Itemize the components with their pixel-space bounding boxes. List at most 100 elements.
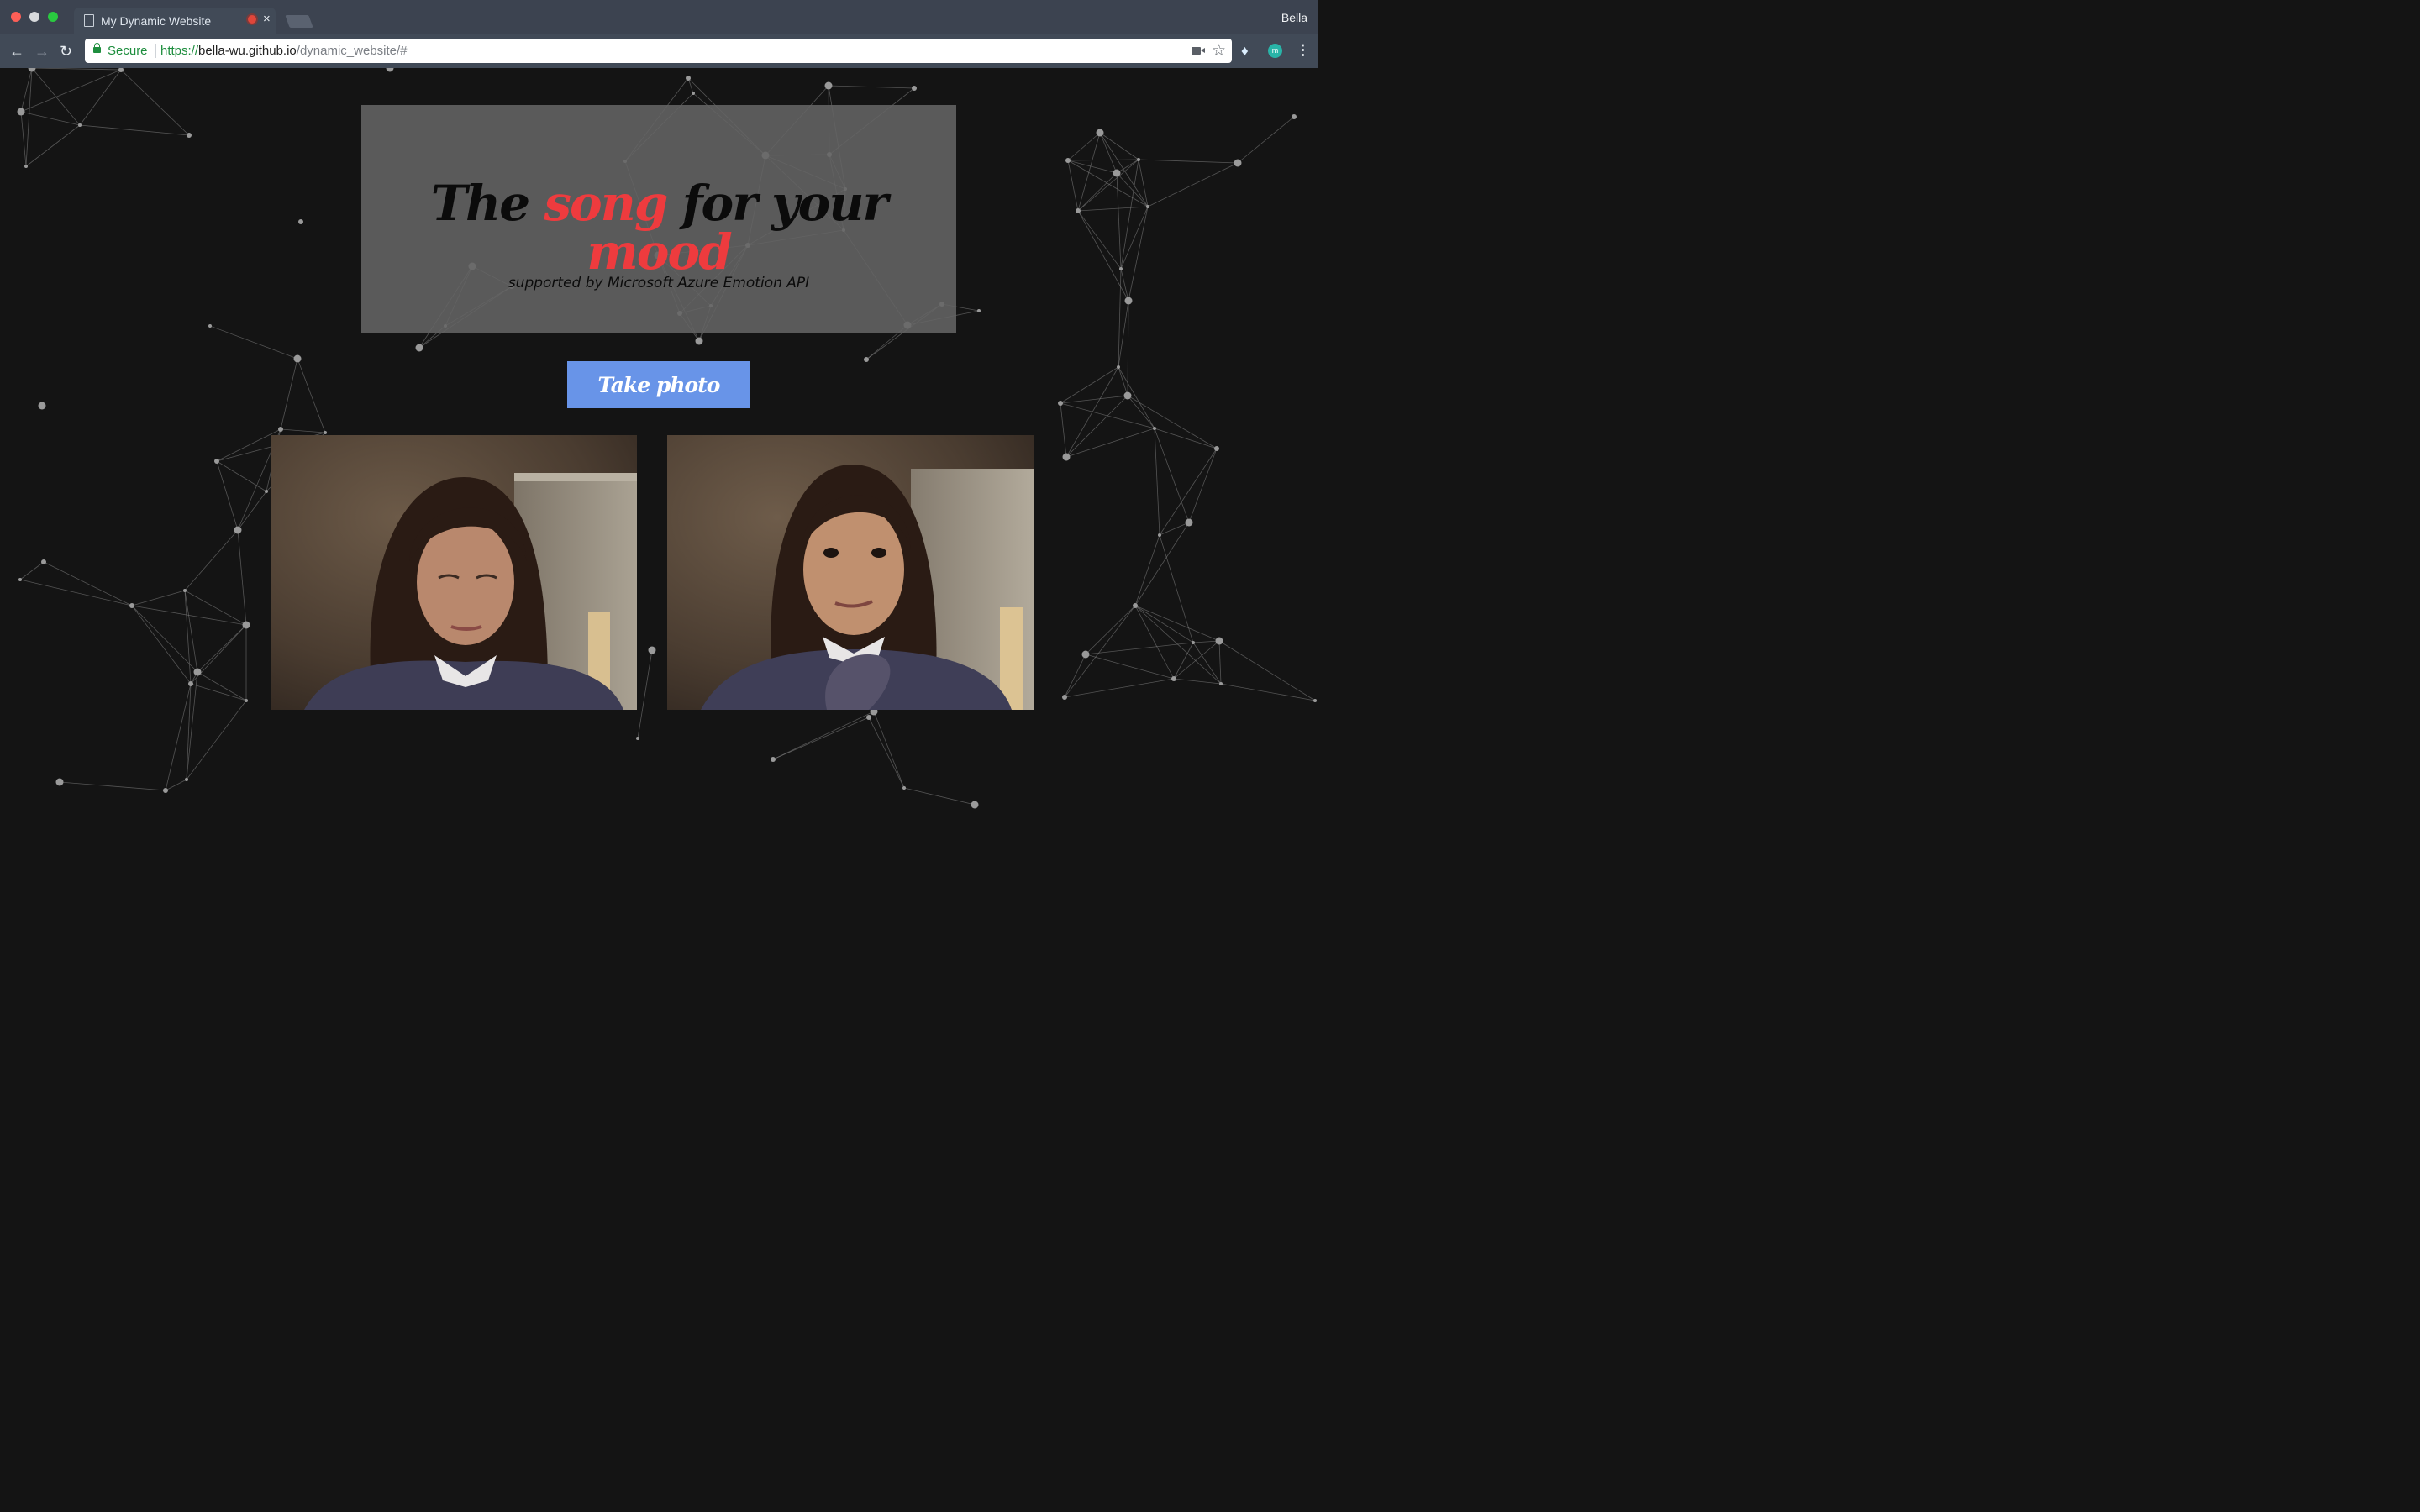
network-link <box>1077 210 1129 302</box>
network-link <box>1192 642 1222 685</box>
recording-icon <box>248 15 256 24</box>
close-icon[interactable]: × <box>263 12 271 26</box>
captured-photo <box>667 435 1034 710</box>
network-link <box>20 111 27 167</box>
network-link <box>1128 206 1149 302</box>
network-node <box>1192 641 1195 644</box>
url-path: /dynamic_website/# <box>296 44 408 58</box>
network-node <box>1146 205 1150 208</box>
network-node <box>208 324 212 328</box>
network-link <box>1077 210 1122 270</box>
network-link <box>216 460 239 531</box>
forward-icon[interactable]: → <box>34 43 50 60</box>
extension-icon[interactable]: ♦ <box>1241 43 1249 60</box>
web-page: The song for your mood supported by Micr… <box>0 68 1318 823</box>
network-link <box>1065 428 1155 458</box>
network-node <box>185 778 188 781</box>
network-link <box>1173 640 1220 680</box>
network-node <box>415 344 424 352</box>
network-link <box>1067 160 1149 207</box>
network-link <box>1064 605 1136 698</box>
network-node <box>1234 159 1242 167</box>
network-link <box>184 590 198 673</box>
tab-bar: My Dynamic Website × Bella <box>0 0 1318 34</box>
network-node <box>1133 603 1138 608</box>
url-text[interactable]: https://bella-wu.github.io/dynamic_websi… <box>160 44 408 58</box>
menu-icon[interactable]: ⋮ <box>1296 42 1310 59</box>
network-link <box>1127 395 1155 429</box>
network-node <box>1058 401 1063 406</box>
network-link <box>131 590 186 606</box>
network-node <box>912 86 917 91</box>
network-link <box>1134 534 1160 606</box>
network-link <box>1188 448 1218 523</box>
network-link <box>873 711 905 789</box>
network-node <box>293 354 302 363</box>
network-node <box>55 778 64 786</box>
network-node <box>1215 637 1223 645</box>
network-link <box>79 124 190 136</box>
network-link <box>280 428 326 433</box>
network-link <box>1077 132 1101 212</box>
network-link <box>1077 172 1118 212</box>
page-title: The song for your mood <box>361 179 956 276</box>
network-link <box>1067 160 1118 174</box>
address-bar[interactable]: Secure https://bella-wu.github.io/dynami… <box>85 39 1232 63</box>
network-link <box>1085 654 1175 680</box>
network-node <box>686 76 691 81</box>
new-tab-button[interactable] <box>285 15 313 28</box>
back-icon[interactable]: ← <box>9 43 24 60</box>
browser-toolbar: ← → ↻ Secure https://bella-wu.github.io/… <box>0 34 1318 69</box>
profile-name[interactable]: Bella <box>1281 11 1307 24</box>
minimize-window-button[interactable] <box>29 12 39 22</box>
network-link <box>131 605 192 685</box>
network-node <box>636 737 639 740</box>
network-link <box>43 561 133 606</box>
network-link <box>59 781 166 791</box>
network-node <box>1185 518 1193 527</box>
network-link <box>25 124 81 167</box>
network-node <box>187 133 192 138</box>
hero-banner: The song for your mood supported by Micr… <box>361 105 956 333</box>
network-node <box>41 559 46 564</box>
network-node <box>188 681 193 686</box>
network-link <box>1218 640 1316 701</box>
star-icon[interactable]: ☆ <box>1212 41 1226 60</box>
network-node <box>1153 427 1156 430</box>
maximize-window-button[interactable] <box>48 12 58 22</box>
browser-tab[interactable]: My Dynamic Website × <box>74 8 276 34</box>
network-link <box>1060 402 1067 458</box>
network-node <box>17 108 25 116</box>
network-link <box>184 529 239 591</box>
network-link <box>1064 678 1175 698</box>
network-link <box>1060 402 1155 429</box>
network-link <box>1154 428 1190 523</box>
camera-icon[interactable] <box>1192 47 1205 55</box>
network-node <box>1313 699 1317 702</box>
network-link <box>20 111 81 126</box>
reload-icon[interactable]: ↻ <box>60 43 72 60</box>
network-link <box>637 649 653 739</box>
network-link <box>1138 159 1239 164</box>
network-node <box>18 578 22 581</box>
grammarly-extension-icon[interactable]: m <box>1268 44 1282 58</box>
network-node <box>324 431 327 434</box>
network-node <box>1113 169 1121 177</box>
network-node <box>278 427 283 432</box>
network-link <box>1116 172 1149 207</box>
take-photo-button[interactable]: Take photo <box>567 361 750 408</box>
network-node <box>245 699 248 702</box>
network-link <box>280 358 298 430</box>
network-link <box>1237 116 1295 164</box>
network-link <box>237 529 247 626</box>
url-scheme: https:// <box>160 44 199 58</box>
close-window-button[interactable] <box>11 12 21 22</box>
network-node <box>78 123 82 127</box>
network-node <box>1137 158 1140 161</box>
network-node <box>1062 695 1067 700</box>
network-node <box>1123 391 1132 400</box>
network-node <box>183 589 187 592</box>
network-node <box>1214 446 1219 451</box>
webcam-video <box>271 435 637 710</box>
network-node <box>1081 650 1090 659</box>
